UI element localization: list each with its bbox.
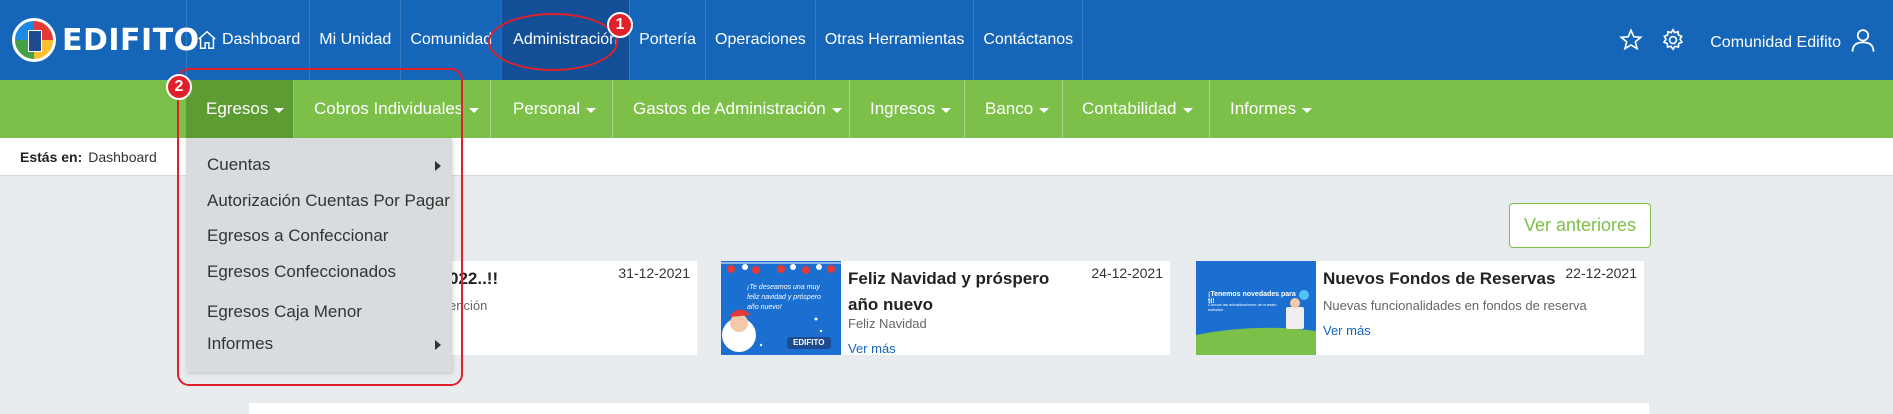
annotation-ellipse-administracion (488, 13, 618, 71)
nav-item-label: Otras Herramientas (824, 31, 965, 48)
annotation-marker-2: 2 (166, 74, 192, 100)
novedades-image-subtext: Conoce las actualizaciones de nuestro so… (1208, 302, 1277, 312)
user-name[interactable]: Comunidad Edifito (1710, 34, 1841, 52)
nav-item-contactanos[interactable]: Contáctanos (973, 0, 1084, 80)
subnav-banco[interactable]: Banco (965, 80, 1063, 138)
subnav-label: Informes (1230, 99, 1297, 118)
caret-down-icon (469, 107, 480, 113)
nav-item-label: Portería (639, 31, 696, 48)
christmas-image-logo: EDIFITO (793, 338, 825, 347)
nav-item-label: Contáctanos (983, 31, 1074, 48)
caret-down-icon (586, 107, 597, 113)
nav-item-porteria[interactable]: Portería (629, 0, 705, 80)
brand-logo[interactable]: EDIFITO (12, 18, 200, 62)
christmas-image: ¡Te deseamos una muy feliz navidad y pró… (721, 261, 841, 355)
breadcrumb-current[interactable]: Dashboard (88, 149, 157, 165)
news-date: 31-12-2021 (618, 265, 690, 281)
nav-item-operaciones[interactable]: Operaciones (705, 0, 815, 80)
nav-item-label: Dashboard (222, 31, 301, 48)
brand-name: EDIFITO (62, 22, 200, 58)
subnav-contabilidad[interactable]: Contabilidad (1063, 80, 1210, 138)
christmas-image-text: ¡Te deseamos una muy feliz navidad y pró… (747, 284, 821, 311)
subnav-ingresos[interactable]: Ingresos (850, 80, 965, 138)
nav-item-label: Comunidad (410, 31, 493, 48)
ver-mas-link[interactable]: Ver más (848, 341, 896, 356)
subnav-label: Banco (985, 99, 1034, 118)
caret-down-icon (1302, 107, 1313, 113)
ver-anteriores-button[interactable]: Ver anteriores (1509, 203, 1651, 248)
subnav-label: Contabilidad (1082, 99, 1177, 118)
news-title[interactable]: Feliz Navidad y próspero año nuevo (848, 266, 1078, 318)
annotation-marker-1: 1 (607, 12, 633, 38)
annotation-box-egresos-menu (177, 68, 463, 386)
news-card[interactable]: ¡Te deseamos una muy feliz navidad y pró… (721, 261, 1170, 356)
caret-down-icon (1039, 107, 1050, 113)
breadcrumb-label: Estás en: (20, 148, 83, 165)
caret-down-icon (831, 107, 842, 113)
logo-icon (12, 18, 56, 62)
subnav-personal[interactable]: Personal (491, 80, 613, 138)
gear-icon[interactable] (1660, 27, 1686, 53)
nav-item-label: Mi Unidad (319, 31, 392, 48)
news-date: 22-12-2021 (1565, 265, 1637, 281)
news-subtitle: Feliz Navidad (848, 316, 927, 331)
caret-down-icon (1182, 107, 1193, 113)
ver-mas-link[interactable]: Ver más (1323, 323, 1371, 338)
subnav-label: Ingresos (870, 99, 936, 118)
subnav-label: Gastos de Administración (633, 99, 826, 118)
news-title[interactable]: Nuevos Fondos de Reservas (1323, 266, 1555, 292)
user-area: Comunidad Edifito (1618, 0, 1893, 80)
caret-down-icon (941, 107, 952, 113)
news-subtitle: Nuevas funcionalidades en fondos de rese… (1323, 298, 1587, 313)
user-icon[interactable] (1849, 26, 1877, 54)
news-date: 24-12-2021 (1091, 265, 1163, 281)
content-panel (249, 403, 1649, 414)
nav-item-otras-herramientas[interactable]: Otras Herramientas (814, 0, 974, 80)
nav-item-label: Operaciones (715, 31, 806, 48)
home-icon (196, 29, 222, 51)
subnav-label: Personal (513, 99, 581, 118)
novedades-image: ¡Tenemos novedades para ti! Conoce las a… (1196, 261, 1316, 355)
news-card[interactable]: ¡Tenemos novedades para ti! Conoce las a… (1196, 261, 1644, 355)
subnav-informes[interactable]: Informes (1210, 80, 1320, 138)
subnav-gastos-administracion[interactable]: Gastos de Administración (613, 80, 850, 138)
star-icon[interactable] (1618, 27, 1644, 53)
